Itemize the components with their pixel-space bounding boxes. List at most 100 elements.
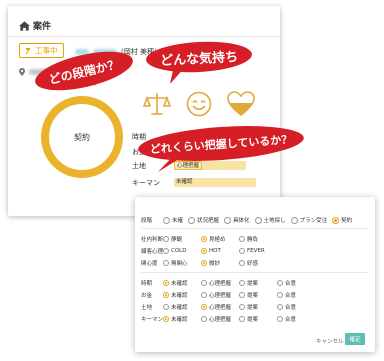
row-label-timing: 時期 bbox=[132, 133, 146, 141]
company-row: 社内判断 静観 見極め 勝負 bbox=[135, 235, 277, 243]
keyman-option-0[interactable]: 未確認 bbox=[163, 315, 201, 323]
stage-option-3[interactable]: 土地探し bbox=[254, 216, 286, 224]
header-divider bbox=[8, 36, 280, 37]
stage-label: 段階 bbox=[141, 218, 153, 224]
timing-label: 時期 bbox=[141, 281, 153, 287]
deal-card: 案件 工事中 (岡村 美穂) 契約 時期 土地 キーマン 心理把握 未確認 bbox=[8, 6, 280, 216]
radio-button[interactable] bbox=[277, 292, 283, 298]
money-option-2[interactable]: 提案 bbox=[239, 291, 277, 299]
company-option-0[interactable]: 静観 bbox=[163, 235, 201, 243]
interest-option-0[interactable]: 無関心 bbox=[163, 259, 201, 267]
radio-button[interactable] bbox=[201, 292, 207, 298]
radio-button[interactable] bbox=[163, 236, 169, 242]
radio-button[interactable] bbox=[277, 304, 283, 310]
scales-icon bbox=[143, 93, 171, 115]
panel-divider bbox=[141, 228, 369, 229]
radio-button[interactable] bbox=[224, 216, 232, 224]
stage-row: 段階 未確 状況把握 具体化 土地探し プラン受注 契約 bbox=[135, 216, 357, 224]
status-text: 工事中 bbox=[35, 46, 58, 55]
stage-option-5[interactable]: 契約 bbox=[332, 216, 352, 224]
stage-option-4[interactable]: プラン受注 bbox=[290, 216, 327, 224]
land-option-3[interactable]: 合意 bbox=[277, 303, 315, 311]
radio-button[interactable] bbox=[239, 292, 245, 298]
keyman-option-3[interactable]: 合意 bbox=[277, 315, 315, 323]
edit-panel: 段階 未確 状況把握 具体化 土地探し プラン受注 契約 社内判断 静観 見極め… bbox=[135, 197, 375, 352]
row-label-land: 土地 bbox=[132, 162, 146, 170]
keyman-option-1[interactable]: 心理把握 bbox=[201, 315, 239, 323]
land-label: 土地 bbox=[141, 305, 153, 311]
hammer-icon bbox=[26, 47, 30, 54]
radio-button[interactable] bbox=[277, 316, 283, 322]
radio-button-selected[interactable] bbox=[163, 316, 169, 322]
location-pin-icon bbox=[19, 68, 25, 76]
radio-button-selected[interactable] bbox=[201, 304, 207, 310]
radio-button[interactable] bbox=[163, 248, 169, 254]
keyman-row: キーマン 未確認 心理把握 提案 合意 bbox=[135, 315, 315, 323]
timing-option-2[interactable]: 提案 bbox=[239, 279, 277, 287]
radio-button-selected[interactable] bbox=[163, 292, 169, 298]
stage-ring-label: 契約 bbox=[74, 132, 90, 142]
timing-option-3[interactable]: 合意 bbox=[277, 279, 315, 287]
radio-button[interactable] bbox=[277, 280, 283, 286]
radio-button[interactable] bbox=[254, 216, 262, 224]
customer-mind-row: 顧客心理 COLD HOT FEVER bbox=[135, 247, 277, 255]
radio-button[interactable] bbox=[239, 304, 245, 310]
radio-button[interactable] bbox=[163, 216, 170, 224]
radio-button[interactable] bbox=[201, 316, 207, 322]
money-option-3[interactable]: 合意 bbox=[277, 291, 315, 299]
stage-option-1[interactable]: 状況把握 bbox=[188, 216, 219, 224]
radio-button-selected[interactable] bbox=[332, 216, 340, 224]
land-option-0[interactable]: 未確認 bbox=[163, 303, 201, 311]
interest-label: 関心度 bbox=[141, 261, 158, 267]
mind-option-0[interactable]: COLD bbox=[163, 248, 201, 254]
keyman-label: キーマン bbox=[141, 317, 164, 323]
stage-option-2[interactable]: 具体化 bbox=[224, 216, 250, 224]
radio-button[interactable] bbox=[239, 236, 245, 242]
panel-divider bbox=[141, 272, 369, 273]
money-row: お金 未確認 心理把握 提案 合意 bbox=[135, 291, 315, 299]
mind-option-1[interactable]: HOT bbox=[201, 248, 239, 254]
land-level-value: 心理把握 bbox=[174, 161, 203, 170]
company-option-1[interactable]: 見極め bbox=[201, 235, 239, 243]
stage-option-0[interactable]: 未確 bbox=[163, 216, 183, 224]
keyman-option-2[interactable]: 提案 bbox=[239, 315, 277, 323]
land-option-2[interactable]: 提案 bbox=[239, 303, 277, 311]
cancel-button[interactable]: キャンセル bbox=[316, 337, 344, 345]
interest-option-2[interactable]: 好感 bbox=[239, 259, 277, 267]
radio-button[interactable] bbox=[188, 216, 196, 224]
feeling-icons bbox=[143, 90, 255, 118]
company-option-2[interactable]: 勝負 bbox=[239, 235, 277, 243]
radio-button[interactable] bbox=[163, 304, 169, 310]
status-badge[interactable]: 工事中 bbox=[19, 43, 64, 58]
radio-button[interactable] bbox=[201, 280, 207, 286]
radio-button-selected[interactable] bbox=[201, 248, 207, 254]
radio-button-selected[interactable] bbox=[201, 236, 207, 242]
radio-button-selected[interactable] bbox=[201, 260, 207, 266]
smiley-icon bbox=[186, 91, 212, 117]
money-label: お金 bbox=[141, 293, 153, 299]
radio-button[interactable] bbox=[239, 260, 245, 266]
land-row: 土地 未確認 心理把握 提案 合意 bbox=[135, 303, 315, 311]
radio-button[interactable] bbox=[163, 260, 169, 266]
radio-button-selected[interactable] bbox=[163, 280, 169, 286]
radio-button[interactable] bbox=[239, 248, 245, 254]
timing-option-0[interactable]: 未確認 bbox=[163, 279, 201, 287]
radio-button[interactable] bbox=[239, 280, 245, 286]
radio-button[interactable] bbox=[290, 216, 298, 224]
timing-option-1[interactable]: 心理把握 bbox=[201, 279, 239, 287]
keyman-level-value: 未確認 bbox=[176, 179, 193, 185]
company-label: 社内判断 bbox=[141, 237, 164, 243]
card-title: 案件 bbox=[33, 22, 52, 32]
money-option-1[interactable]: 心理把握 bbox=[201, 291, 239, 299]
radio-button[interactable] bbox=[239, 316, 245, 322]
interest-row: 関心度 無関心 微妙 好感 bbox=[135, 259, 277, 267]
land-option-1[interactable]: 心理把握 bbox=[201, 303, 239, 311]
heart-icon bbox=[227, 91, 255, 117]
card-header: 案件 bbox=[19, 19, 51, 32]
interest-option-1[interactable]: 微妙 bbox=[201, 259, 239, 267]
mind-option-2[interactable]: FEVER bbox=[239, 248, 277, 254]
timing-row: 時期 未確認 心理把握 提案 合意 bbox=[135, 279, 315, 287]
house-icon bbox=[19, 20, 30, 31]
money-option-0[interactable]: 未確認 bbox=[163, 291, 201, 299]
confirm-button[interactable]: 確定 bbox=[345, 333, 365, 345]
